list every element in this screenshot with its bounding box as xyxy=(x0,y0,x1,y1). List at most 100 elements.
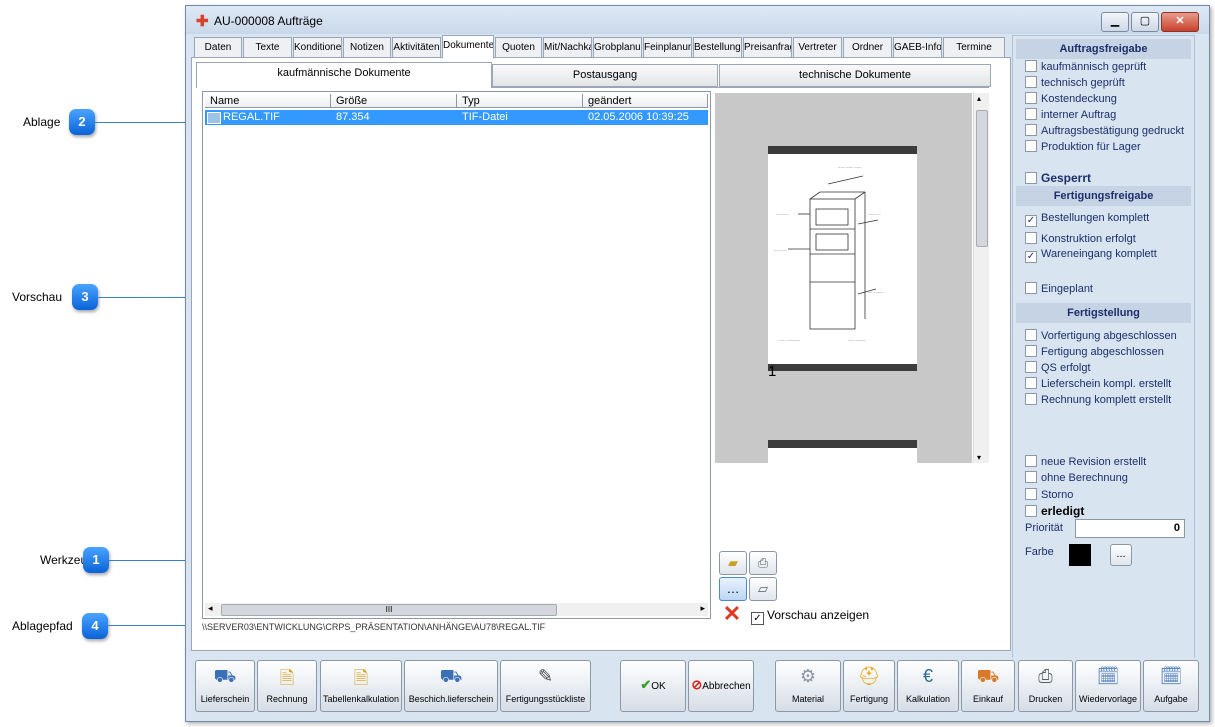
farbe-swatch[interactable] xyxy=(1069,544,1091,566)
checkbox-konstruktion-erfolgt[interactable]: Konstruktion erfolgt xyxy=(1025,232,1136,245)
material-button[interactable]: ⚙ Material xyxy=(775,660,841,712)
show-preview-box[interactable]: ✓ xyxy=(751,612,764,625)
tab-mitnachkalk[interactable]: Mit/Nachkalk xyxy=(543,37,592,58)
checkbox-box[interactable] xyxy=(1025,232,1037,244)
aufgabe-button[interactable]: 🗓 Aufgabe xyxy=(1143,660,1199,712)
tab-aktivitaeten[interactable]: Aktivitäten xyxy=(392,37,441,58)
checkbox-produktion-lager[interactable]: Produktion für Lager xyxy=(1025,140,1141,153)
checkbox-lieferschein-erstellt[interactable]: Lieferschein kompl. erstellt xyxy=(1025,377,1171,390)
prioritaet-input[interactable]: 0 xyxy=(1075,519,1185,538)
tab-konditionen[interactable]: Konditionen xyxy=(293,37,342,58)
checkbox-box[interactable] xyxy=(1025,455,1037,467)
checkbox-kostendeckung[interactable]: Kostendeckung xyxy=(1025,92,1117,105)
checkbox-box[interactable] xyxy=(1025,377,1037,389)
beschich-lieferschein-button[interactable]: ⛟ Beschich.lieferschein xyxy=(404,660,498,712)
lieferschein-button[interactable]: ⛟ Lieferschein xyxy=(195,660,255,712)
farbe-picker-button[interactable]: ... xyxy=(1110,544,1132,566)
tab-ordner[interactable]: Ordner xyxy=(843,37,892,58)
checkbox-auftragsbestaetigung[interactable]: Auftragsbestätigung gedruckt xyxy=(1025,124,1184,137)
checkbox-ohne-berechnung[interactable]: ohne Berechnung xyxy=(1025,471,1128,484)
checkbox-box[interactable] xyxy=(1025,329,1037,341)
tab-grobplanung[interactable]: Grobplanung xyxy=(593,37,642,58)
checkbox-box[interactable] xyxy=(1025,76,1037,88)
checkbox-rechnung-erstellt[interactable]: Rechnung komplett erstellt xyxy=(1025,393,1171,406)
column-name[interactable]: Name xyxy=(205,94,331,108)
checkbox-box[interactable]: ✓ xyxy=(1025,215,1037,227)
checkbox-box[interactable] xyxy=(1025,140,1037,152)
checkbox-storno[interactable]: Storno xyxy=(1025,488,1073,501)
checkbox-wareneingang-komplett[interactable]: ✓ Wareneingang komplett xyxy=(1025,248,1157,263)
tabellenkalkulation-button[interactable]: 🗎 Tabellenkalkulation xyxy=(320,660,402,712)
checkbox-box[interactable] xyxy=(1025,92,1037,104)
tab-notizen[interactable]: Notizen xyxy=(343,37,391,58)
tab-gaeb-info[interactable]: GAEB-Info xyxy=(893,37,942,58)
column-modified[interactable]: geändert xyxy=(583,94,708,108)
minimize-button[interactable]: ▁ xyxy=(1101,12,1129,32)
checkbox-box[interactable] xyxy=(1025,505,1037,517)
checkbox-box[interactable] xyxy=(1025,471,1037,483)
tab-preisanfrage[interactable]: Preisanfrage xyxy=(743,37,792,58)
tab-bestellungen[interactable]: Bestellungen xyxy=(693,37,742,58)
scan-button[interactable]: ▱ xyxy=(749,577,777,601)
fertigungsstueckliste-button[interactable]: ✎ Fertigungsstückliste xyxy=(500,660,591,712)
tab-feinplanung[interactable]: Feinplanung xyxy=(643,37,692,58)
show-preview-checkbox[interactable]: ✓ Vorschau anzeigen xyxy=(751,608,869,625)
delete-button[interactable]: ✕ xyxy=(719,603,745,625)
file-size: 87.354 xyxy=(336,111,370,123)
scroll-left-icon[interactable]: ◂ xyxy=(208,603,213,614)
preview-scrollbar[interactable]: ▴ ▾ xyxy=(973,93,989,463)
wiedervorlage-button[interactable]: 🗓 Wiedervorlage xyxy=(1075,660,1141,712)
open-folder-button[interactable]: ▰ xyxy=(719,551,747,575)
checkbox-qs-erfolgt[interactable]: QS erfolgt xyxy=(1025,361,1091,374)
checkbox-box[interactable] xyxy=(1025,282,1037,294)
checkbox-erledigt[interactable]: erledigt xyxy=(1025,504,1084,518)
scroll-right-icon[interactable]: ▸ xyxy=(700,603,705,614)
tab-daten[interactable]: Daten xyxy=(194,37,242,58)
tab-vertreter[interactable]: Vertreter xyxy=(793,37,842,58)
subtab-kaufmaennisch[interactable]: kaufmännische Dokumente xyxy=(196,62,492,88)
checkbox-bestellungen-komplett[interactable]: ✓ Bestellungen komplett xyxy=(1025,212,1149,227)
scroll-thumb[interactable]: III xyxy=(221,604,557,616)
drucken-button[interactable]: ⎙ Drucken xyxy=(1018,660,1073,712)
tab-quoten[interactable]: Quoten xyxy=(495,37,542,58)
checkbox-vorfertigung[interactable]: Vorfertigung abgeschlossen xyxy=(1025,329,1177,342)
checkbox-neue-revision[interactable]: neue Revision erstellt xyxy=(1025,455,1146,468)
ok-button[interactable]: ✔OK xyxy=(620,660,686,712)
checkbox-technisch-geprueft[interactable]: technisch geprüft xyxy=(1025,76,1125,89)
checkbox-gesperrt[interactable]: Gesperrt xyxy=(1025,171,1091,185)
print-document-button[interactable]: ⎙ xyxy=(749,551,777,575)
preview-scroll-thumb[interactable] xyxy=(976,110,988,247)
einkauf-button[interactable]: ⛟ Einkauf xyxy=(961,660,1015,712)
checkbox-box[interactable] xyxy=(1025,488,1037,500)
checkbox-box[interactable] xyxy=(1025,361,1037,373)
checkbox-box[interactable] xyxy=(1025,124,1037,136)
tab-dokumente[interactable]: Dokumente xyxy=(442,35,494,59)
scroll-down-icon[interactable]: ▾ xyxy=(977,453,981,462)
file-row[interactable]: REGAL.TIF 87.354 TIF-Datei 02.05.2006 10… xyxy=(205,110,708,125)
column-size[interactable]: Größe xyxy=(331,94,457,108)
checkbox-box[interactable]: ✓ xyxy=(1025,251,1037,263)
tab-termine[interactable]: Termine xyxy=(943,37,1005,58)
tab-texte[interactable]: Texte xyxy=(243,37,292,58)
checkbox-box[interactable] xyxy=(1025,345,1037,357)
column-type[interactable]: Typ xyxy=(457,94,583,108)
fertigung-button[interactable]: ⛑ Fertigung xyxy=(843,660,895,712)
subtab-technisch[interactable]: technische Dokumente xyxy=(719,64,991,87)
checkbox-box[interactable] xyxy=(1025,60,1037,72)
subtab-postausgang[interactable]: Postausgang xyxy=(492,64,718,87)
checkbox-box[interactable] xyxy=(1025,172,1037,184)
checkbox-kaufmaennisch-geprueft[interactable]: kaufmännisch geprüft xyxy=(1025,60,1146,73)
close-button[interactable]: ✕ xyxy=(1161,12,1199,32)
kalkulation-button[interactable]: € Kalkulation xyxy=(897,660,959,712)
checkbox-box[interactable] xyxy=(1025,108,1037,120)
browse-button[interactable]: … xyxy=(719,577,747,601)
checkbox-interner-auftrag[interactable]: interner Auftrag xyxy=(1025,108,1116,121)
maximize-button[interactable]: ▢ xyxy=(1131,12,1159,32)
scroll-up-icon[interactable]: ▴ xyxy=(977,94,981,103)
checkbox-eingeplant[interactable]: Eingeplant xyxy=(1025,282,1093,295)
checkbox-box[interactable] xyxy=(1025,393,1037,405)
abbrechen-button[interactable]: ⊘Abbrechen xyxy=(688,660,754,712)
checkbox-fertigung-abgeschlossen[interactable]: Fertigung abgeschlossen xyxy=(1025,345,1164,358)
horizontal-scrollbar[interactable]: ◂ III ▸ xyxy=(205,603,708,616)
rechnung-button[interactable]: 🗎 Rechnung xyxy=(257,660,317,712)
